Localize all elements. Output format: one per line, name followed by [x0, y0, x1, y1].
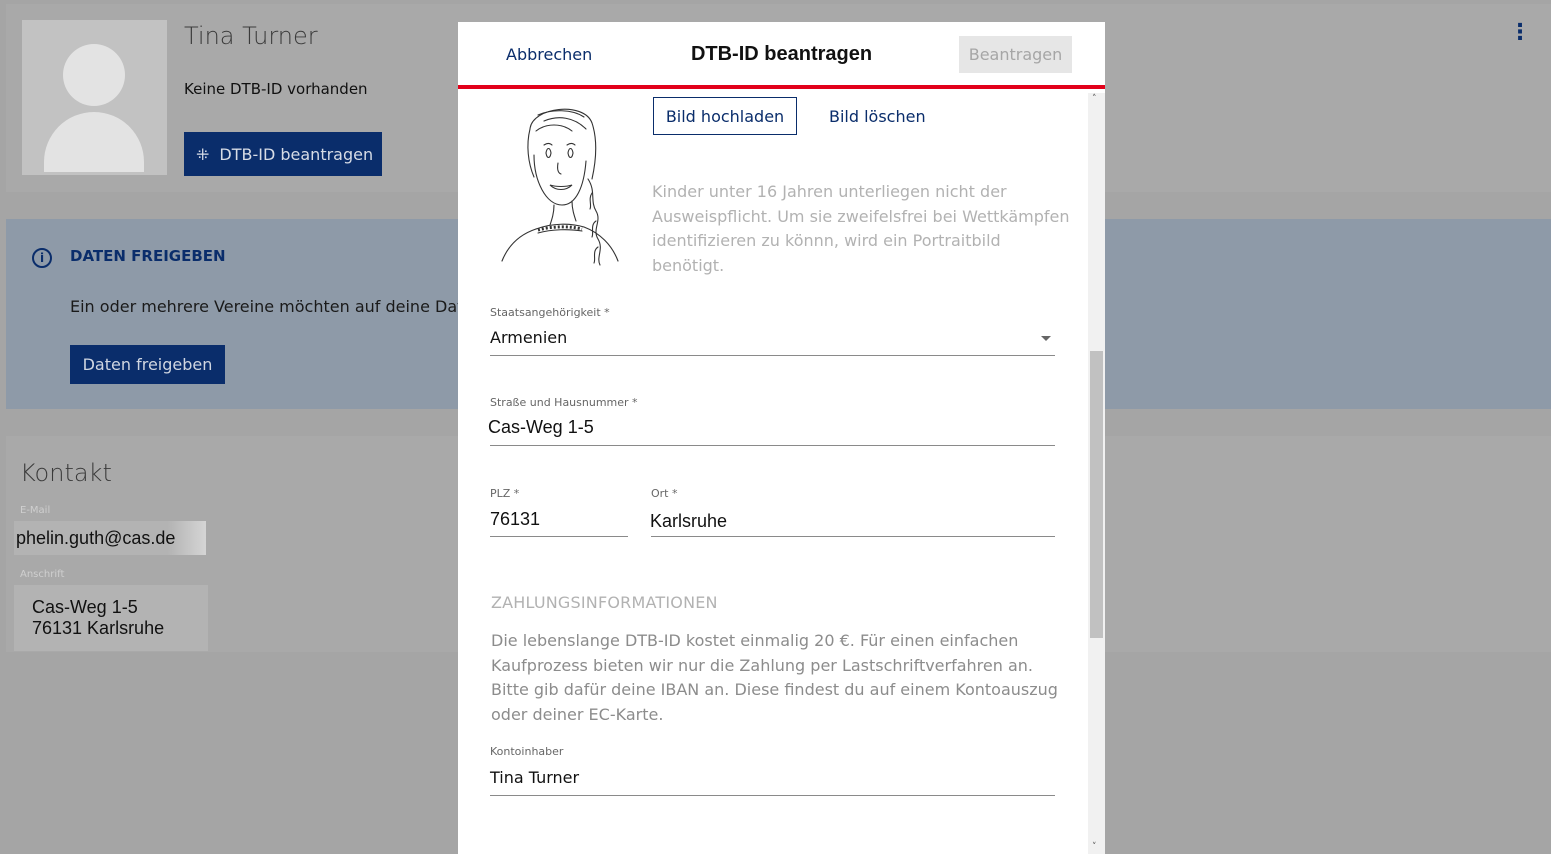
info-icon: i: [32, 248, 52, 268]
avatar-body-shape: [44, 112, 144, 172]
share-data-button[interactable]: Daten freigeben: [70, 345, 225, 384]
scroll-up-icon[interactable]: ˄: [1092, 95, 1101, 104]
apply-dtb-id-button[interactable]: ⁜ DTB-ID beantragen: [184, 132, 382, 176]
dropdown-arrow-icon[interactable]: [1041, 336, 1051, 341]
nationality-select[interactable]: Armenien: [490, 328, 567, 347]
email-value: phelin.guth@cas.de: [14, 521, 206, 555]
address-line-street: Cas-Weg 1-5: [32, 597, 138, 617]
id-card-icon: ⁜: [196, 144, 210, 164]
portrait-image: [501, 108, 619, 266]
profile-name: Tina Turner: [184, 22, 318, 50]
nationality-label: Staatsangehörigkeit *: [490, 306, 610, 319]
street-underline: [490, 445, 1055, 446]
account-holder-input[interactable]: Tina Turner: [490, 768, 579, 787]
payment-info-text: Die lebenslange DTB-ID kostet einmalig 2…: [491, 631, 1058, 724]
street-input[interactable]: Cas-Weg 1-5: [488, 417, 594, 438]
zip-label: PLZ *: [490, 487, 520, 500]
portrait-hint-text: Kinder unter 16 Jahren unterliegen nicht…: [652, 182, 1070, 275]
submit-button[interactable]: Beantragen: [959, 36, 1072, 73]
address-value: Cas-Weg 1-5 76131 Karlsruhe: [14, 585, 208, 651]
apply-dtb-id-button-label: DTB-ID beantragen: [219, 144, 374, 164]
avatar-head-shape: [63, 44, 125, 106]
account-holder-underline: [490, 795, 1055, 796]
avatar: [22, 20, 167, 175]
delete-image-button[interactable]: Bild löschen: [829, 107, 926, 126]
apply-dtb-id-dialog: DTB-ID beantragen Abbrechen Beantragen B…: [458, 22, 1105, 854]
profile-status: Keine DTB-ID vorhanden: [184, 80, 368, 98]
kebab-menu-icon[interactable]: ⋮: [1509, 22, 1531, 44]
street-label: Straße und Hausnummer *: [490, 396, 638, 409]
account-holder-label: Kontoinhaber: [490, 745, 564, 758]
city-input[interactable]: Karlsruhe: [650, 511, 727, 532]
share-data-text: Ein oder mehrere Vereine möchten auf dei…: [70, 297, 484, 316]
zip-underline: [490, 536, 628, 537]
scrollbar-thumb[interactable]: [1090, 351, 1103, 638]
scrollbar[interactable]: ˄ ˅: [1088, 93, 1105, 854]
city-label: Ort *: [651, 487, 678, 500]
upload-image-button[interactable]: Bild hochladen: [653, 97, 797, 135]
scroll-down-icon[interactable]: ˅: [1092, 843, 1101, 852]
email-label: E-Mail: [20, 505, 51, 516]
dialog-scroll-area[interactable]: Bild hochladen Bild löschen Kinder unter…: [458, 93, 1105, 854]
dialog-header: DTB-ID beantragen Abbrechen Beantragen: [458, 22, 1105, 89]
zip-input[interactable]: 76131: [490, 509, 540, 530]
share-data-title: DATEN FREIGEBEN: [70, 247, 226, 265]
cancel-button[interactable]: Abbrechen: [506, 45, 592, 64]
nationality-underline: [490, 355, 1055, 356]
city-underline: [651, 536, 1055, 537]
address-label: Anschrift: [20, 569, 65, 580]
address-line-city: 76131 Karlsruhe: [32, 618, 165, 638]
contact-title: Kontakt: [20, 459, 112, 487]
payment-section-title: ZAHLUNGSINFORMATIONEN: [491, 593, 718, 612]
